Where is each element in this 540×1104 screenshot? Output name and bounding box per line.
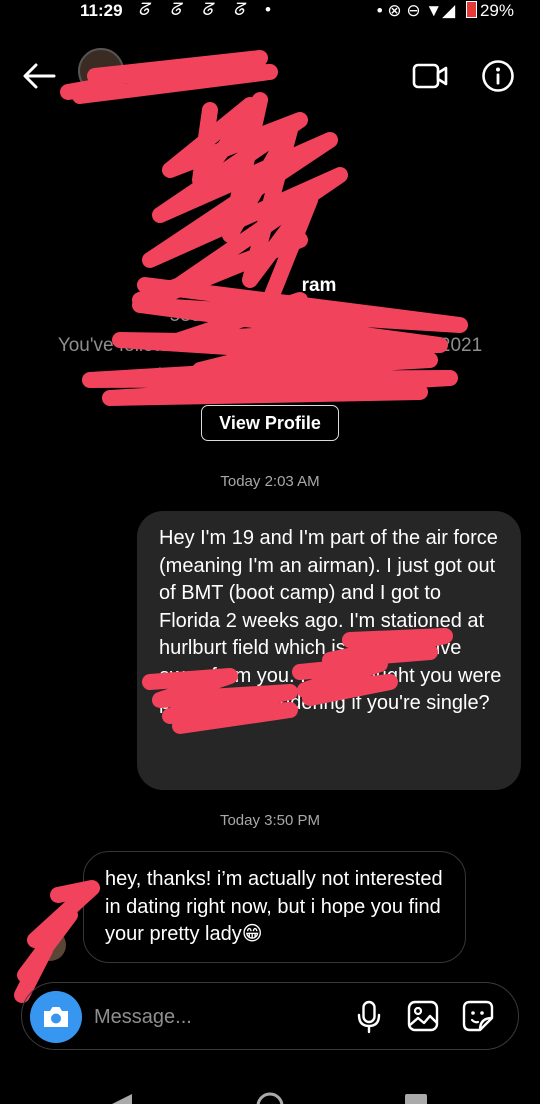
sticker-icon: [462, 1000, 494, 1032]
camera-icon: [44, 1007, 68, 1027]
camera-button[interactable]: [30, 991, 82, 1043]
gallery-button[interactable]: [405, 998, 441, 1034]
timestamp: Today 3:50 PM: [219, 812, 321, 829]
nav-home-icon: [256, 1092, 284, 1104]
profile-username: ram: [301, 275, 337, 296]
arrow-left-icon: [23, 63, 56, 89]
info-icon: [482, 60, 514, 92]
sticker-button[interactable]: [460, 998, 496, 1034]
back-button[interactable]: [18, 56, 60, 96]
video-call-button[interactable]: [410, 56, 450, 96]
received-message-bubble[interactable]: hey, thanks! i’m actually not interested…: [83, 851, 466, 963]
nav-recents-icon: [405, 1094, 427, 1104]
avatar[interactable]: [78, 48, 124, 94]
info-button[interactable]: [478, 56, 518, 96]
profile-mutual-info: You both follow each other: [158, 365, 382, 386]
microphone-icon: [357, 1000, 381, 1034]
status-right: • ⊗ ⊖ ▼◢ 29%: [377, 1, 514, 21]
notification-icons: ᘔ ᘔ ᘔ ᘔ •: [138, 0, 279, 19]
sender-avatar[interactable]: [34, 929, 66, 961]
video-camera-icon: [412, 63, 448, 89]
status-bar: 11:29 ᘔ ᘔ ᘔ ᘔ • • ⊗ ⊖ ▼◢ 29%: [0, 0, 540, 24]
timestamp: Today 2:03 AM: [220, 473, 320, 490]
image-icon: [407, 1000, 439, 1032]
system-nav-bar: [112, 1092, 427, 1104]
view-profile-button[interactable]: View Profile: [201, 405, 339, 441]
nav-back-icon: [112, 1094, 132, 1104]
battery-icon: [465, 1, 477, 18]
battery-level: 29%: [479, 1, 514, 20]
profile-follow-info: You've followed this Instagram account s…: [57, 335, 483, 356]
microphone-button[interactable]: [353, 999, 385, 1035]
status-time: 11:29: [80, 1, 123, 20]
sent-message-bubble[interactable]: Hey I'm 19 and I'm part of the air force…: [137, 511, 521, 790]
system-icons: • ⊗ ⊖ ▼◢: [376, 1, 456, 20]
profile-stats: 538 followers · 16 posts: [169, 305, 371, 326]
message-input[interactable]: [92, 998, 336, 1036]
